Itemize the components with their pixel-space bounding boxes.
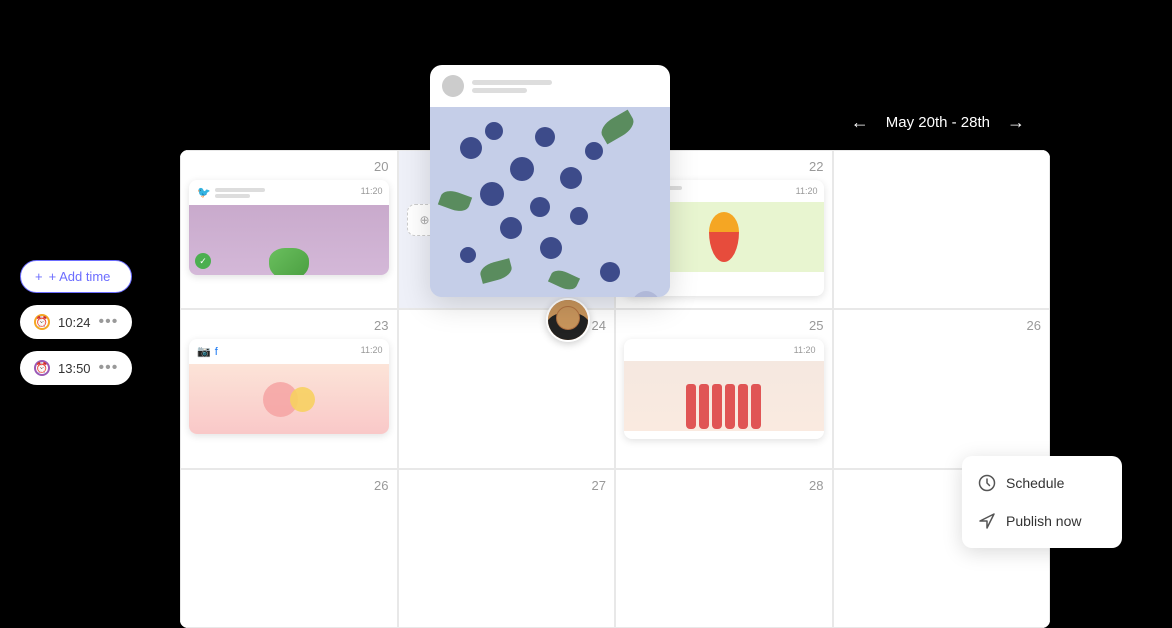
post-card-social[interactable]: 📷 f 11:20 <box>189 339 389 434</box>
card-footer <box>624 431 824 439</box>
blueberry-bg <box>430 107 670 297</box>
lemon-shape <box>290 387 315 412</box>
featured-line <box>472 88 527 93</box>
time-slot-2[interactable]: ⏰ 13:50 ••• <box>20 351 132 385</box>
post-card-bottles[interactable]: 11:20 <box>624 339 824 439</box>
papaya-shape <box>709 212 739 262</box>
left-panel: + + Add time ⏰ 10:24 ••• ⏰ 13:50 ••• <box>20 260 132 385</box>
bottle-6 <box>751 384 761 429</box>
check-badge: ✓ <box>195 253 211 269</box>
featured-line <box>472 80 552 85</box>
calendar-cell-26b[interactable]: 26 <box>180 469 398 628</box>
berry <box>460 137 482 159</box>
berry <box>480 182 504 206</box>
clock-menu-icon <box>978 474 996 492</box>
post-time: 11:20 <box>361 345 383 355</box>
cell-day-28: 28 <box>624 478 824 493</box>
add-time-label: + Add time <box>49 269 111 284</box>
bottle-3 <box>712 384 722 429</box>
send-menu-icon <box>978 512 996 530</box>
clock-icon-purple: ⏰ <box>34 360 50 376</box>
berry <box>570 207 588 225</box>
cell-day-26b: 26 <box>189 478 389 493</box>
calendar-cell-28[interactable]: 28 <box>615 469 833 628</box>
prev-nav-button[interactable]: ← <box>846 108 874 136</box>
calendar-cell-23[interactable]: 23 📷 f 11:20 <box>180 309 398 468</box>
calendar-cell-empty <box>833 150 1051 309</box>
schedule-menu-item[interactable]: Schedule <box>962 464 1122 502</box>
post-time: 11:20 <box>796 186 818 196</box>
calendar-cell-25[interactable]: 25 11:20 <box>615 309 833 468</box>
melon-image <box>189 205 389 275</box>
instagram-icon: 📷 <box>197 345 211 358</box>
calendar-cell-20[interactable]: 20 🐦 11:20 ✓ <box>180 150 398 309</box>
berry <box>585 142 603 160</box>
bottle-1 <box>686 384 696 429</box>
main-container: ← May 20th - 28th → 20 🐦 11:20 <box>0 0 1172 628</box>
schedule-label: Schedule <box>1006 475 1064 491</box>
plus-icon: + <box>35 269 43 284</box>
next-nav-button[interactable]: → <box>1002 108 1030 136</box>
melon-shape <box>269 248 309 275</box>
berry <box>540 237 562 259</box>
cell-day-25: 25 <box>624 318 824 333</box>
time-slot-dots-2[interactable]: ••• <box>99 359 119 377</box>
avatar-inner <box>548 300 588 340</box>
featured-image <box>430 107 670 297</box>
featured-avatar <box>442 75 464 97</box>
mint-leaf <box>597 110 637 145</box>
date-range-label: May 20th - 28th <box>886 114 990 131</box>
avatar-head <box>556 306 580 330</box>
cell-day-27: 27 <box>407 478 607 493</box>
plus-icon: ⊕ <box>420 213 430 227</box>
time-2: 13:50 <box>58 361 91 376</box>
context-menu: Schedule Publish now <box>962 456 1122 548</box>
time-1: 10:24 <box>58 315 91 330</box>
bottle-2 <box>699 384 709 429</box>
bottle-4 <box>725 384 735 429</box>
card-line <box>215 188 265 192</box>
featured-header <box>430 65 670 107</box>
berry <box>535 127 555 147</box>
cell-day-26: 26 <box>842 318 1042 333</box>
berry <box>460 247 476 263</box>
berry <box>600 262 620 282</box>
facebook-icon: f <box>215 346 218 358</box>
bottles-image <box>624 361 824 431</box>
time-slot-dots-1[interactable]: ••• <box>99 313 119 331</box>
person-avatar <box>546 298 590 342</box>
berry <box>560 167 582 189</box>
post-time: 11:20 <box>361 186 383 196</box>
featured-lines <box>472 80 552 93</box>
mint-leaf <box>438 187 472 214</box>
publish-now-label: Publish now <box>1006 513 1082 529</box>
berry <box>500 217 522 239</box>
publish-now-menu-item[interactable]: Publish now <box>962 502 1122 540</box>
berry <box>485 122 503 140</box>
berry <box>530 197 550 217</box>
clock-icon-orange: ⏰ <box>34 314 50 330</box>
citrus-image <box>189 364 389 434</box>
card-line <box>215 194 250 198</box>
bottle-5 <box>738 384 748 429</box>
cell-day-23: 23 <box>189 318 389 333</box>
berry <box>510 157 534 181</box>
calendar-cell-27[interactable]: 27 <box>398 469 616 628</box>
post-time: 11:20 <box>794 345 816 355</box>
add-time-button[interactable]: + + Add time <box>20 260 132 293</box>
time-slot-1[interactable]: ⏰ 10:24 ••• <box>20 305 132 339</box>
twitter-icon: 🐦 <box>197 186 211 199</box>
calendar-cell-26[interactable]: 26 <box>833 309 1051 468</box>
featured-post-card[interactable]: ▶ <box>430 65 670 297</box>
cell-day-20: 20 <box>189 159 389 174</box>
post-card-twitter[interactable]: 🐦 11:20 ✓ <box>189 180 389 275</box>
mint-leaf <box>548 267 580 293</box>
mint-leaf <box>478 258 514 284</box>
